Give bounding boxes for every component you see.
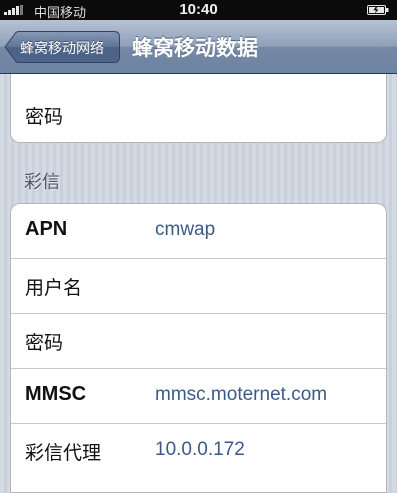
mms-proxy-row[interactable]: 彩信代理 10.0.0.172 bbox=[11, 423, 386, 477]
back-button-label: 蜂窝移动网络 bbox=[20, 41, 104, 57]
mmsc-row[interactable]: MMSC mmsc.moternet.com bbox=[11, 368, 386, 422]
row-label: APN bbox=[25, 218, 68, 240]
row-label: 密码 bbox=[25, 332, 64, 354]
row-label: 彩信代理 bbox=[25, 442, 102, 464]
apn-row[interactable]: APN cmwap bbox=[11, 204, 386, 258]
row-label: 用户名 bbox=[25, 277, 83, 299]
section-header-mms: 彩信 bbox=[24, 172, 60, 193]
row-value: cmwap bbox=[155, 219, 216, 240]
page-title: 蜂窝移动数据 bbox=[132, 36, 258, 60]
status-bar: 中国移动 10:40 bbox=[0, 0, 397, 21]
password-row[interactable]: 密码 bbox=[11, 88, 386, 142]
status-time: 10:40 bbox=[179, 1, 218, 18]
row-label: 密码 bbox=[25, 106, 64, 128]
back-button[interactable]: 蜂窝移动网络 bbox=[4, 31, 120, 63]
row-value: mmsc.moternet.com bbox=[155, 384, 328, 405]
row-label: MMSC bbox=[25, 383, 87, 405]
password-row[interactable]: 密码 bbox=[11, 313, 386, 367]
row-value: 10.0.0.172 bbox=[155, 439, 245, 460]
username-row[interactable]: 用户名 bbox=[11, 258, 386, 312]
navigation-bar: 蜂窝移动网络 蜂窝移动数据 bbox=[0, 20, 397, 74]
mms-settings-group: APN cmwap 用户名 密码 MMSC mmsc.moternet.com … bbox=[10, 203, 387, 493]
battery-icon bbox=[367, 5, 389, 15]
apn-settings-group: 密码 bbox=[10, 74, 387, 143]
